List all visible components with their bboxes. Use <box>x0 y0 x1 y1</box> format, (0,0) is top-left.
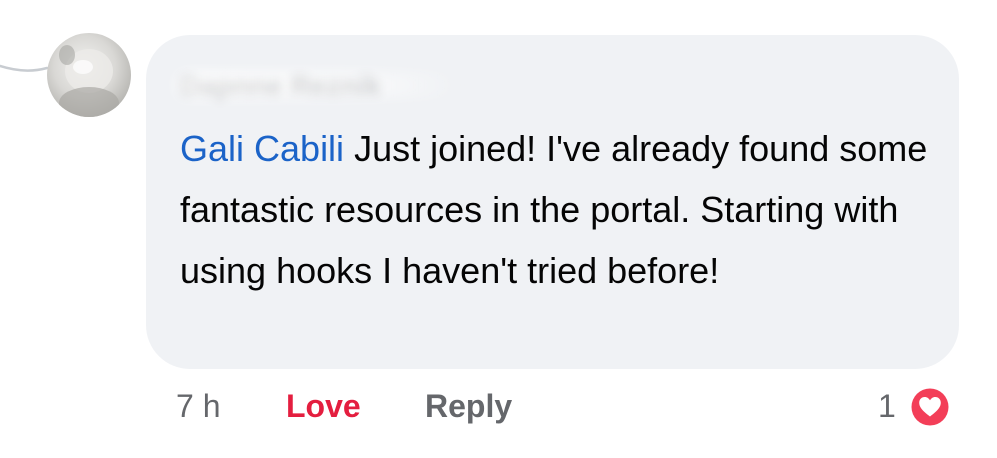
comment-thread: Dapnne Reznik Gali Cabili Just joined! I… <box>0 0 997 458</box>
comment-author-name[interactable]: Dapnne Reznik <box>180 70 381 102</box>
reaction-count[interactable]: 1 <box>878 384 896 428</box>
thread-connector-line <box>0 64 49 72</box>
avatar[interactable] <box>47 33 131 117</box>
comment-actions: 7 h Love Reply 1 <box>0 384 997 432</box>
love-reaction-button[interactable]: Love <box>286 384 361 428</box>
comment-timestamp[interactable]: 7 h <box>176 384 220 428</box>
heart-icon[interactable] <box>908 385 952 429</box>
reply-button[interactable]: Reply <box>425 384 512 428</box>
avatar-image <box>59 45 119 117</box>
comment-text: Gali Cabili Just joined! I've already fo… <box>180 118 940 301</box>
mention-link[interactable]: Gali Cabili <box>180 128 344 169</box>
